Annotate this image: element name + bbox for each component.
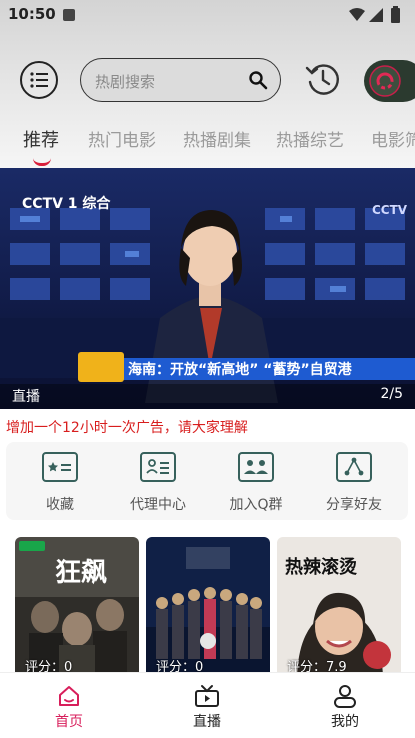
poster-card[interactable]: 评分：0 <box>146 537 270 672</box>
banner-ticker: 海南：开放“新高地” “蓄势”自贸港 <box>128 361 353 378</box>
home-icon <box>59 686 79 706</box>
poster-list: 狂飙 评分：0 评分：0 热辣滚烫 评分：7.9 <box>0 537 415 672</box>
search-icon[interactable] <box>248 70 268 90</box>
nav-profile-label: 我的 <box>331 714 359 730</box>
quick-action-favorites[interactable]: 收藏 <box>20 452 100 514</box>
tab-movie-filter[interactable]: 电影筛 <box>371 126 415 151</box>
promo-button[interactable] <box>364 60 415 102</box>
poster-card[interactable]: 热辣滚烫 评分：7.9 <box>277 537 401 672</box>
tab-hot-movies[interactable]: 热门电影 <box>88 126 156 151</box>
poster-score: 评分：0 <box>156 660 204 672</box>
banner-page-indicator: 2/5 <box>380 386 403 402</box>
banner-image: CCTV 1 综合 CCTV 海南：开放“新高地” “蓄势”自贸港 <box>0 168 415 409</box>
quick-actions-panel: 收藏 代理中心 加入Q群 分享好友 <box>6 442 408 520</box>
banner-corner-logo: CCTV <box>372 203 408 217</box>
nav-home-label: 首页 <box>55 714 83 730</box>
wifi-icon <box>349 8 365 21</box>
poster-image: 热辣滚烫 <box>277 537 401 672</box>
agent-center-icon <box>140 452 176 482</box>
poster-image: 狂飙 <box>15 537 139 672</box>
tab-hot-series[interactable]: 热播剧集 <box>183 126 251 151</box>
nav-profile[interactable]: 我的 <box>305 683 385 731</box>
menu-button[interactable] <box>20 61 58 99</box>
nav-home[interactable]: 首页 <box>29 683 109 731</box>
history-icon[interactable] <box>304 60 342 98</box>
promo-icon <box>369 65 401 97</box>
poster-title: 热辣滚烫 <box>285 556 358 578</box>
poster-score: 评分：7.9 <box>287 660 347 672</box>
quick-action-join-group-label: 加入Q群 <box>229 497 283 513</box>
status-time: 10:50 <box>8 5 56 23</box>
notice-text: 了永久免费，增加一个12小时一次广告，请大家理解 <box>0 420 248 436</box>
banner-channel-logo: CCTV 1 综合 <box>22 195 111 212</box>
poster-image <box>146 537 270 672</box>
bookmark-icon <box>42 452 78 482</box>
tab-recommend[interactable]: 推荐 <box>23 126 59 152</box>
profile-icon <box>334 685 356 708</box>
menu-icon <box>30 72 48 88</box>
status-icons <box>349 6 400 23</box>
search-placeholder: 热剧搜索 <box>95 73 156 91</box>
group-icon <box>238 452 274 482</box>
nav-live[interactable]: 直播 <box>167 683 247 731</box>
notification-icon <box>63 9 75 21</box>
status-bar: 10:50 <box>0 0 415 30</box>
tab-hot-variety[interactable]: 热播综艺 <box>276 126 344 151</box>
quick-action-agent-center-label: 代理中心 <box>130 497 186 513</box>
banner-carousel[interactable]: CCTV 1 综合 CCTV 海南：开放“新高地” “蓄势”自贸港 <box>0 168 415 409</box>
notice-marquee: 了永久免费，增加一个12小时一次广告，请大家理解 <box>0 417 415 437</box>
quick-action-join-group[interactable]: 加入Q群 <box>216 452 296 514</box>
share-icon <box>336 452 372 482</box>
bottom-nav: 首页 直播 我的 <box>0 672 415 738</box>
live-tv-icon <box>195 685 219 707</box>
quick-action-share-label: 分享好友 <box>326 497 382 513</box>
search-input[interactable]: 热剧搜索 <box>80 58 281 102</box>
quick-action-agent-center[interactable]: 代理中心 <box>118 452 198 514</box>
poster-score: 评分：0 <box>25 660 73 672</box>
quick-action-favorites-label: 收藏 <box>46 497 74 513</box>
poster-title: 狂飙 <box>55 558 107 588</box>
poster-card[interactable]: 狂飙 评分：0 <box>15 537 139 672</box>
banner-label: 直播 <box>12 389 40 405</box>
category-tabs: 推荐 热门电影 热播剧集 热播综艺 电影筛 <box>0 126 415 166</box>
nav-live-label: 直播 <box>193 714 221 730</box>
signal-icon <box>369 8 383 22</box>
battery-icon <box>391 8 400 23</box>
quick-action-share[interactable]: 分享好友 <box>314 452 394 514</box>
